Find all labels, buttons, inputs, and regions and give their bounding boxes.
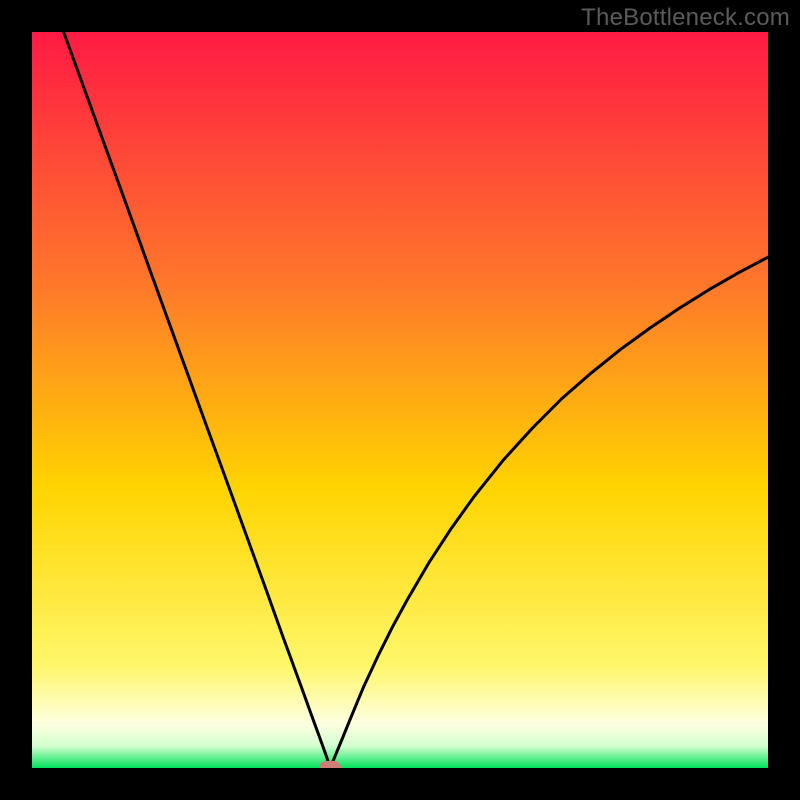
gradient-background (32, 32, 768, 768)
watermark-text: TheBottleneck.com (581, 4, 790, 32)
chart-frame: TheBottleneck.com (0, 0, 800, 800)
bottleneck-chart (32, 32, 768, 768)
minimum-marker (319, 761, 341, 768)
plot-area (32, 32, 768, 768)
